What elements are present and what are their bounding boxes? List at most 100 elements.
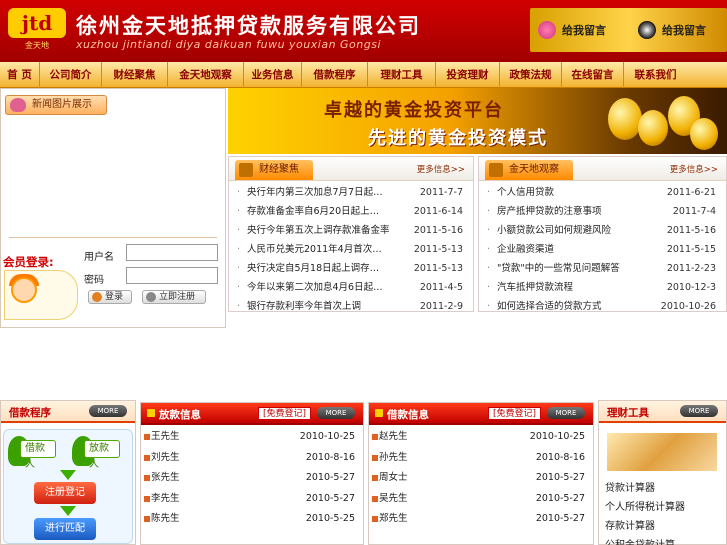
tool-item[interactable]: 贷款计算器 bbox=[605, 479, 655, 494]
news-list-item[interactable]: · 存款准备金率自6月20日起上… 2011-6-14 bbox=[229, 202, 473, 221]
tool-item[interactable]: 公积金贷款计算 bbox=[605, 536, 675, 545]
gold-egg bbox=[608, 98, 642, 140]
logo-mark: jtd bbox=[8, 8, 66, 38]
info-name: 张先生 bbox=[151, 472, 180, 484]
news-date: 2011-7-7 bbox=[419, 187, 463, 198]
news-title: 存款准备金率自6月20日起上… bbox=[247, 206, 380, 217]
qq-message-button[interactable]: 给我留言 bbox=[638, 20, 706, 40]
news-list-item[interactable]: · 央行年内第三次加息7月7日起… 2011-7-7 bbox=[229, 183, 473, 202]
tool-item[interactable]: 个人所得税计算器 bbox=[605, 498, 685, 513]
finance-news-tab[interactable]: 财经聚焦 bbox=[235, 160, 313, 180]
jtd-watch-header: 金天地观察 更多信息>> bbox=[479, 157, 726, 181]
bullet-icon: · bbox=[487, 282, 491, 293]
bullet-icon: · bbox=[237, 187, 241, 198]
lender-label: 放款人 bbox=[84, 440, 120, 470]
lending-info-header: 放款信息 [免费登记] MORE bbox=[141, 403, 363, 425]
banner-line1: 卓越的黄金投资平台 bbox=[324, 100, 504, 121]
borrow-free-register-link[interactable]: [免费登记] bbox=[487, 407, 541, 420]
login-avatar bbox=[4, 270, 78, 320]
info-name: 王先生 bbox=[151, 431, 180, 442]
nav-business-info[interactable]: 业务信息 bbox=[244, 61, 302, 88]
finance-tools-more-button[interactable]: MORE bbox=[680, 405, 718, 417]
password-input[interactable] bbox=[126, 267, 218, 284]
nav-company-intro[interactable]: 公司简介 bbox=[40, 61, 102, 88]
bullet-icon: · bbox=[487, 206, 491, 217]
info-list-item[interactable]: 郑先生 2010-5-27 bbox=[369, 509, 593, 529]
leave-message-button[interactable]: 给我留言 bbox=[538, 20, 606, 40]
info-list-item[interactable]: 张先生 2010-5-27 bbox=[141, 468, 363, 488]
username-input[interactable] bbox=[126, 244, 218, 261]
header-message-area: 给我留言 给我留言 bbox=[530, 8, 727, 52]
news-list-item[interactable]: · 银行存款利率今年首次上调 2011-2-9 bbox=[229, 297, 473, 316]
borrow-info-header: 借款信息 [免费登记] MORE bbox=[369, 403, 593, 425]
news-list-item[interactable]: · 今年以来第二次加息4月6日起… 2011-4-5 bbox=[229, 278, 473, 297]
news-list-item[interactable]: · 房产抵押贷款的注意事项 2011-7-4 bbox=[479, 202, 726, 221]
register-button[interactable]: 立即注册 bbox=[142, 290, 206, 304]
password-label: 密码 bbox=[84, 275, 104, 286]
info-date: 2010-10-25 bbox=[529, 431, 585, 442]
gold-investment-banner[interactable]: 卓越的黄金投资平台 先进的黄金投资模式 bbox=[228, 88, 727, 154]
flower-icon bbox=[10, 98, 26, 112]
news-date: 2011-5-16 bbox=[666, 225, 716, 236]
nav-contact[interactable]: 联系我们 bbox=[624, 62, 687, 88]
nav-finance-tools[interactable]: 理财工具 bbox=[368, 61, 436, 88]
lending-info-title: 放款信息 bbox=[147, 409, 201, 421]
news-list-item[interactable]: · 如何选择合适的贷款方式 2010-10-26 bbox=[479, 297, 726, 316]
bullet-icon bbox=[372, 454, 378, 461]
info-list-item[interactable]: 李先生 2010-5-27 bbox=[141, 489, 363, 509]
info-list-item[interactable]: 吴先生 2010-5-27 bbox=[369, 489, 593, 509]
bullet-icon bbox=[372, 516, 378, 523]
news-list-item[interactable]: · "贷款"中的一些常见问题解答 2011-2-23 bbox=[479, 259, 726, 278]
info-list-item[interactable]: 陈先生 2010-5-25 bbox=[141, 509, 363, 529]
info-list-item[interactable]: 刘先生 2010-8-16 bbox=[141, 448, 363, 468]
bullet-icon: · bbox=[487, 301, 491, 312]
lending-free-register-link[interactable]: [免费登记] bbox=[257, 407, 311, 420]
step-match[interactable]: 进行匹配 bbox=[34, 518, 96, 540]
nav-finance-focus[interactable]: 财经聚焦 bbox=[102, 61, 168, 88]
step-register[interactable]: 注册登记 bbox=[34, 482, 96, 504]
down-arrow-icon bbox=[60, 506, 76, 516]
news-date: 2011-2-9 bbox=[419, 301, 463, 312]
site-logo[interactable]: jtd 金天地 bbox=[6, 6, 68, 58]
info-list-item[interactable]: 赵先生 2010-10-25 bbox=[369, 427, 593, 447]
jtd-watch-tab[interactable]: 金天地观察 bbox=[485, 160, 573, 180]
site-header: jtd 金天地 徐州金天地抵押贷款服务有限公司 xuzhou jintiandi… bbox=[0, 0, 727, 62]
bullet-icon: · bbox=[487, 263, 491, 274]
nav-home[interactable]: 首 页 bbox=[0, 61, 40, 88]
bullet-icon: · bbox=[237, 263, 241, 274]
news-list-item[interactable]: · 企业融资渠道 2011-5-15 bbox=[479, 240, 726, 259]
news-list-item[interactable]: · 央行今年第五次上调存款准备金率 2011-5-16 bbox=[229, 221, 473, 240]
info-list-item[interactable]: 孙先生 2010-8-16 bbox=[369, 448, 593, 468]
news-title: "贷款"中的一些常见问题解答 bbox=[497, 263, 620, 274]
info-name: 周女士 bbox=[379, 472, 408, 484]
news-list-item[interactable]: · 个人信用贷款 2011-6-21 bbox=[479, 183, 726, 202]
loan-process-more-button[interactable]: MORE bbox=[89, 405, 127, 417]
lender-figure: 放款人 bbox=[70, 434, 120, 470]
news-date: 2011-2-23 bbox=[666, 263, 716, 274]
info-list-item[interactable]: 王先生 2010-10-25 bbox=[141, 427, 363, 447]
finance-news-more-link[interactable]: 更多信息>> bbox=[417, 163, 465, 175]
info-name: 赵先生 bbox=[379, 431, 408, 442]
nav-policy[interactable]: 政策法规 bbox=[500, 61, 562, 88]
jtd-watch-more-link[interactable]: 更多信息>> bbox=[670, 163, 718, 175]
lending-more-button[interactable]: MORE bbox=[317, 407, 355, 419]
info-list-item[interactable]: 周女士 2010-5-27 bbox=[369, 468, 593, 488]
nav-loan-process[interactable]: 借款程序 bbox=[302, 61, 368, 88]
nav-investment[interactable]: 投资理财 bbox=[436, 61, 500, 88]
nav-jtd-watch[interactable]: 金天地观察 bbox=[168, 61, 244, 88]
news-list-item[interactable]: · 央行决定自5月18日起上调存… 2011-5-13 bbox=[229, 259, 473, 278]
info-name: 李先生 bbox=[151, 492, 180, 504]
news-list-item[interactable]: · 汽车抵押贷款流程 2010-12-3 bbox=[479, 278, 726, 297]
news-title: 企业融资渠道 bbox=[497, 244, 555, 255]
news-list-item[interactable]: · 人民币兑美元2011年4月首次… 2011-5-13 bbox=[229, 240, 473, 259]
bullet-icon: · bbox=[237, 282, 241, 293]
tool-item[interactable]: 存款计算器 bbox=[605, 517, 655, 532]
login-button[interactable]: 登录 bbox=[88, 290, 132, 304]
news-list-item[interactable]: · 小额贷款公司如何规避风险 2011-5-16 bbox=[479, 221, 726, 240]
butterfly-icon bbox=[538, 21, 556, 39]
info-name: 郑先生 bbox=[379, 513, 408, 525]
nav-online-message[interactable]: 在线留言 bbox=[562, 61, 624, 88]
news-date: 2011-7-4 bbox=[672, 206, 716, 217]
borrow-more-button[interactable]: MORE bbox=[547, 407, 585, 419]
key-icon bbox=[92, 292, 102, 302]
